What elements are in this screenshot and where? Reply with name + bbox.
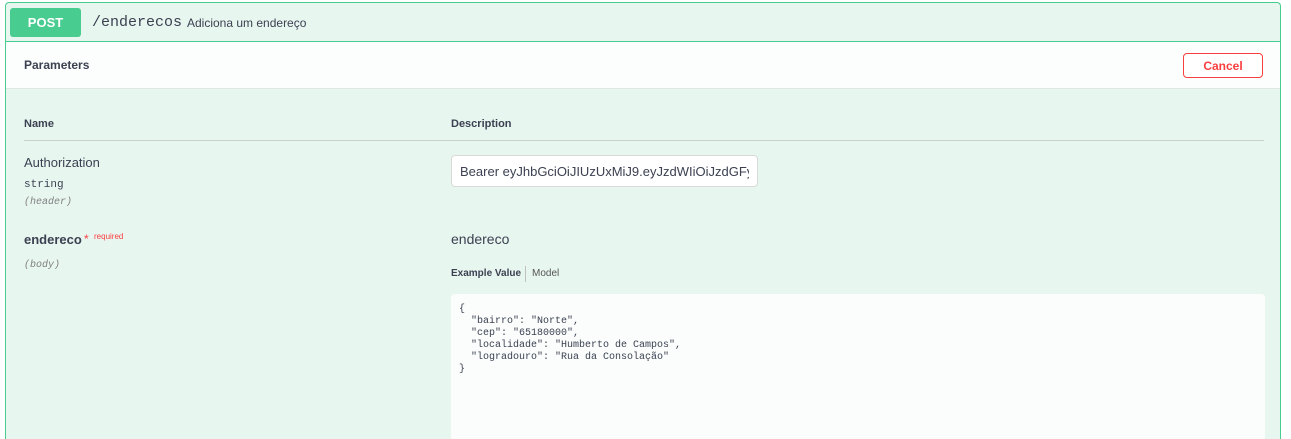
param-name-endereco: endereco — [24, 232, 82, 247]
body-param-description: endereco — [451, 231, 510, 247]
tab-model[interactable]: Model — [532, 268, 559, 279]
param-type-authorization: string — [24, 179, 64, 191]
operation-path: /enderecos — [92, 14, 183, 31]
operation-summary-text: Adiciona um endereço — [187, 16, 307, 30]
column-header-name: Name — [24, 118, 54, 130]
authorization-input[interactable] — [451, 155, 758, 187]
body-editor[interactable]: { "bairro": "Norte", "cep": "65180000", … — [451, 294, 1265, 439]
cancel-button[interactable]: Cancel — [1183, 53, 1263, 78]
tab-divider — [525, 266, 526, 282]
parameters-title: Parameters — [24, 58, 90, 72]
header-divider — [24, 140, 1264, 141]
operation-summary[interactable]: POST /enderecos Adiciona um endereço — [6, 3, 1280, 42]
required-label: required — [94, 232, 124, 241]
method-badge: POST — [10, 8, 81, 37]
param-location-authorization: (header) — [24, 197, 73, 208]
required-marker: * — [84, 232, 89, 246]
operation-block: POST /enderecos Adiciona um endereço Par… — [5, 2, 1281, 439]
param-location-endereco: (body) — [24, 260, 61, 271]
param-name-authorization: Authorization — [24, 155, 100, 170]
parameters-header: Parameters Cancel — [6, 42, 1280, 89]
column-header-description: Description — [451, 118, 512, 130]
tab-example-value[interactable]: Example Value — [451, 268, 521, 279]
